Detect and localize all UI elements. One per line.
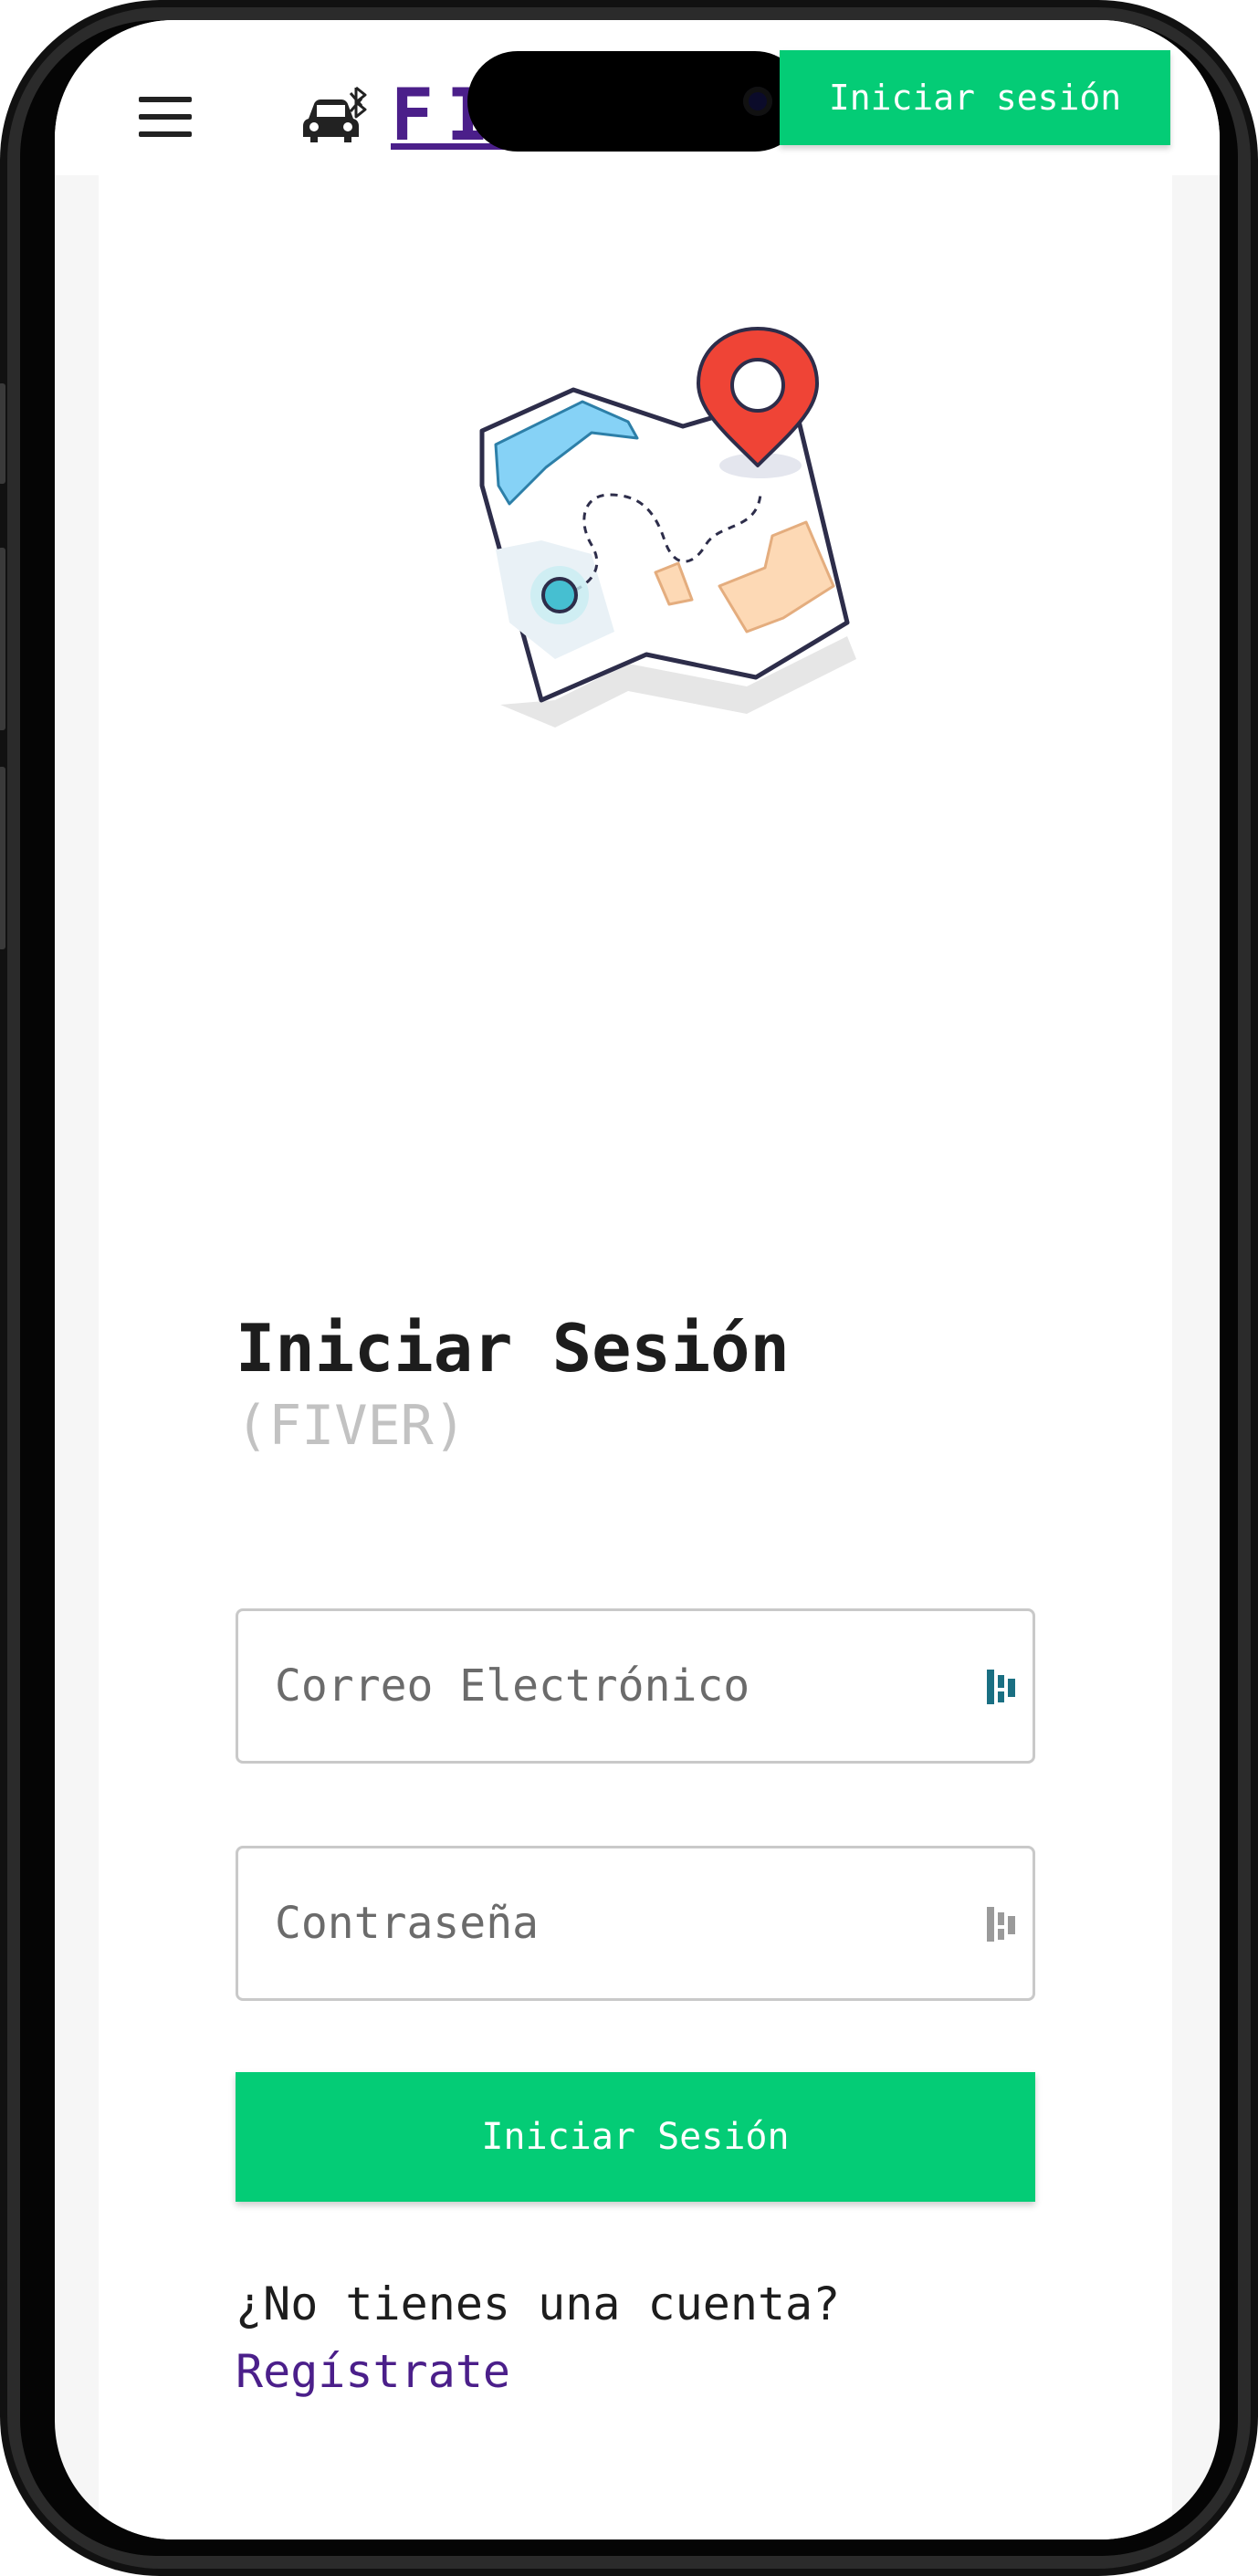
page-subtitle: (FIVER) — [236, 1394, 467, 1458]
password-field[interactable] — [236, 1846, 1035, 2001]
camera-lens — [743, 87, 772, 116]
login-submit-button[interactable]: Iniciar Sesión — [236, 2072, 1035, 2202]
password-manager-icon[interactable] — [983, 1903, 1020, 1945]
email-field[interactable] — [236, 1608, 1035, 1764]
app-screen: Iniciar Sesión (FIVER) Correo Electrónic… — [55, 20, 1220, 2539]
phone-frame: Iniciar Sesión (FIVER) Correo Electrónic… — [0, 0, 1258, 2576]
top-navigation-bar: FIVER Iniciar sesión — [55, 20, 1220, 175]
map-illustration — [479, 327, 856, 728]
header-login-button[interactable]: Iniciar sesión — [780, 50, 1170, 145]
no-account-text: ¿No tienes una cuenta? — [236, 2278, 841, 2330]
car-bluetooth-icon — [303, 86, 367, 142]
hamburger-menu-icon[interactable] — [139, 97, 192, 137]
register-link[interactable]: Regístrate — [236, 2342, 510, 2401]
page-title: Iniciar Sesión — [236, 1310, 790, 1387]
camera-island — [467, 51, 805, 152]
password-manager-icon[interactable] — [983, 1666, 1020, 1708]
side-button — [0, 767, 5, 949]
password-input[interactable] — [275, 1848, 950, 1998]
login-card: Iniciar Sesión (FIVER) Correo Electrónic… — [99, 175, 1172, 2539]
side-button — [0, 548, 5, 730]
side-button — [0, 383, 5, 484]
email-input[interactable] — [275, 1611, 950, 1761]
